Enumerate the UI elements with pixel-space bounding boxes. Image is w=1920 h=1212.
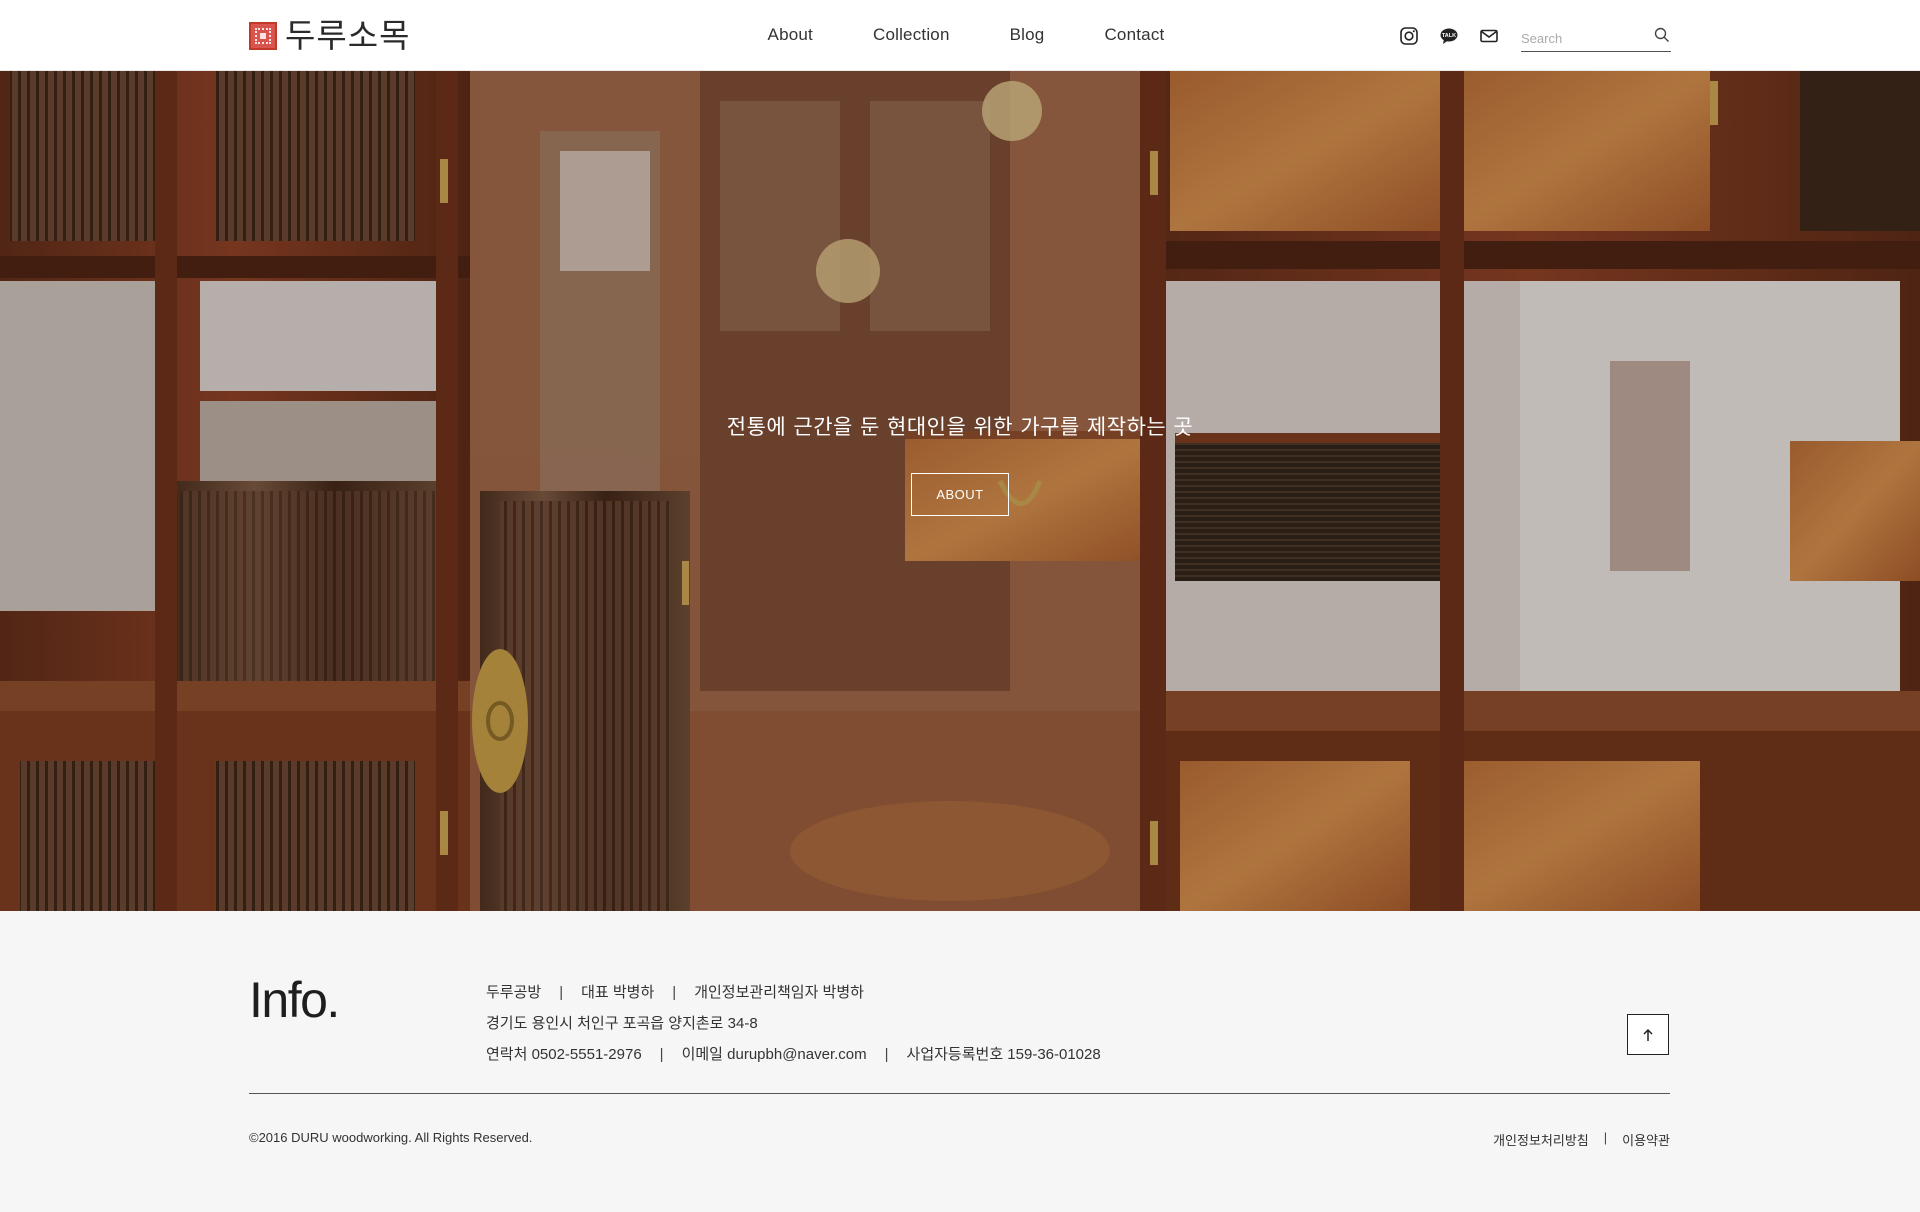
company-info: 두루공방 | 대표 박병하 | 개인정보관리책임자 박병하 경기도 용인시 처인… <box>486 977 1101 1070</box>
info-line-1: 두루공방 | 대표 박병하 | 개인정보관리책임자 박병하 <box>486 977 1101 1008</box>
nav-about[interactable]: About <box>768 25 813 45</box>
nav-blog[interactable]: Blog <box>1010 25 1045 45</box>
separator: | <box>559 983 564 1001</box>
business-number: 사업자등록번호 159-36-01028 <box>906 1045 1101 1063</box>
email: 이메일 durupbh@naver.com <box>681 1045 867 1063</box>
privacy-policy-link[interactable]: 개인정보처리방침 <box>1493 1130 1589 1149</box>
copyright: ©2016 DURU woodworking. All Rights Reser… <box>249 1130 533 1145</box>
search-input[interactable] <box>1521 20 1641 50</box>
arrow-up-icon <box>1643 1028 1653 1041</box>
talk-chat-icon[interactable]: TALK <box>1437 24 1461 48</box>
privacy-officer: 개인정보관리책임자 박병하 <box>694 983 864 1001</box>
instagram-icon[interactable] <box>1397 24 1421 48</box>
separator: | <box>1603 1130 1608 1145</box>
site-header: 두루소목 About Collection Blog Contact TALK <box>0 0 1920 71</box>
search-icon[interactable] <box>1653 26 1671 44</box>
header-tools: TALK <box>1397 20 1671 52</box>
info-line-2: 경기도 용인시 처인구 포곡읍 양지촌로 34-8 <box>486 1008 1101 1039</box>
footer-links: 개인정보처리방침 | 이용약관 <box>1493 1130 1670 1149</box>
logo-text: 두루소목 <box>285 16 411 55</box>
separator: | <box>672 983 677 1001</box>
address: 경기도 용인시 처인구 포곡읍 양지촌로 34-8 <box>486 1014 758 1032</box>
mail-icon[interactable] <box>1477 24 1501 48</box>
info-title: Info. <box>249 972 340 1028</box>
separator: | <box>659 1045 664 1063</box>
logo[interactable]: 두루소목 <box>249 18 410 54</box>
phone: 연락처 0502-5551-2976 <box>486 1045 642 1063</box>
separator: | <box>884 1045 889 1063</box>
about-button[interactable]: ABOUT <box>911 473 1009 516</box>
scroll-top-button[interactable] <box>1627 1014 1669 1055</box>
terms-link[interactable]: 이용약관 <box>1622 1130 1670 1149</box>
footer-divider <box>249 1093 1670 1094</box>
seal-logo-icon <box>249 22 277 50</box>
svg-text:TALK: TALK <box>1442 33 1456 39</box>
site-footer: Info. 두루공방 | 대표 박병하 | 개인정보관리책임자 박병하 경기도 … <box>0 911 1920 1212</box>
nav-contact[interactable]: Contact <box>1104 25 1164 45</box>
search-box <box>1521 20 1671 52</box>
ceo-name: 대표 박병하 <box>581 983 655 1001</box>
hero-tagline: 전통에 근간을 둔 현대인을 위한 가구를 제작하는 곳 <box>726 415 1194 439</box>
nav-collection[interactable]: Collection <box>873 25 950 45</box>
company-name: 두루공방 <box>486 983 542 1001</box>
info-line-3: 연락처 0502-5551-2976 | 이메일 durupbh@naver.c… <box>486 1039 1101 1070</box>
hero-banner: 전통에 근간을 둔 현대인을 위한 가구를 제작하는 곳 ABOUT <box>0 71 1920 911</box>
